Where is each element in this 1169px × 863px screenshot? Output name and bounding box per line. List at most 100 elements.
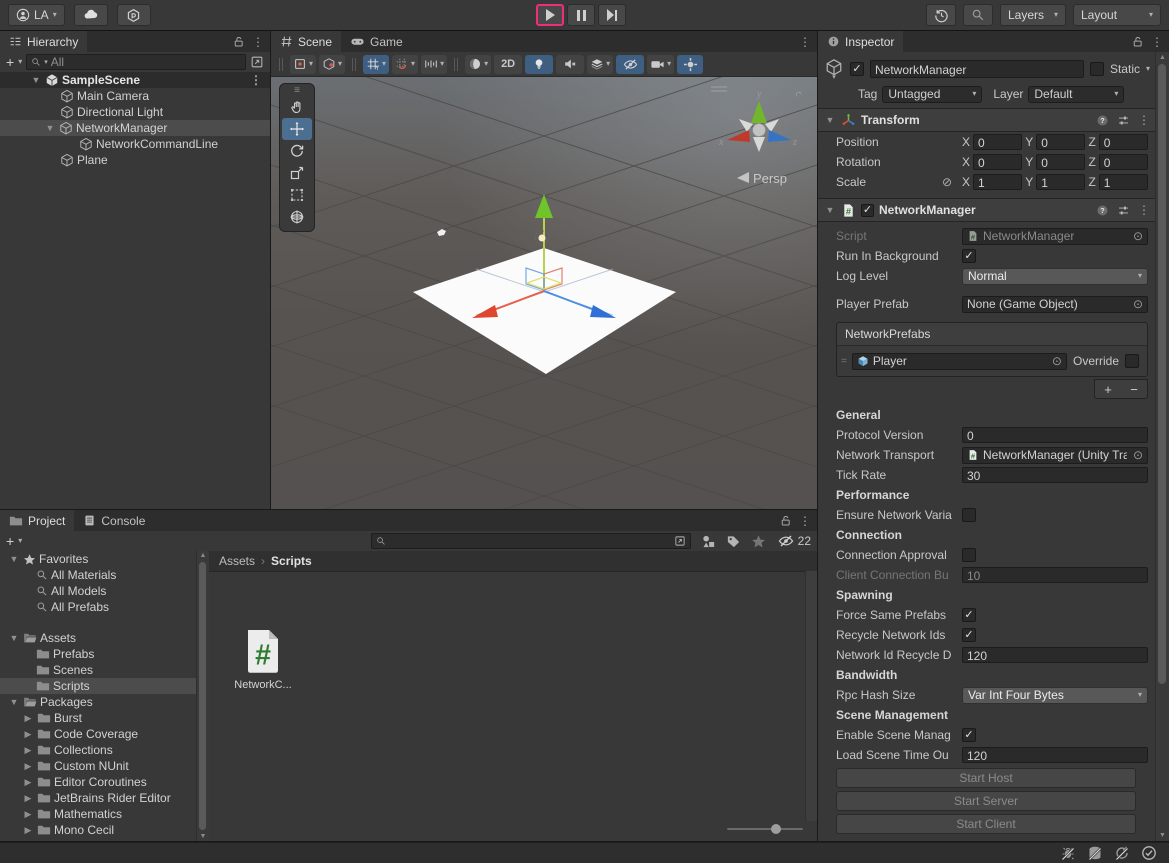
package-jetbrains-rider[interactable]: ▶ JetBrains Rider Editor: [0, 790, 196, 806]
component-menu-icon[interactable]: ⋮: [1138, 204, 1150, 216]
folder-prefabs[interactable]: Prefabs: [0, 646, 196, 662]
tool-handle-rotation-button[interactable]: ▾: [319, 55, 345, 74]
search-by-type-icon[interactable]: [701, 534, 716, 549]
inspector-scrollbar[interactable]: ▲ ▼: [1155, 52, 1169, 841]
networkmanager-component-header[interactable]: ▼ ✓ NetworkManager ⋮: [818, 198, 1156, 222]
cache-server-disabled-icon[interactable]: [1087, 845, 1103, 861]
foldout-closed-icon[interactable]: ▶: [22, 745, 34, 756]
breadcrumb-current[interactable]: Scripts: [271, 554, 312, 568]
load-scene-timeout-field[interactable]: 120: [962, 747, 1148, 763]
2d-toggle-button[interactable]: 2D: [494, 55, 522, 74]
asset-networkcommandline[interactable]: NetworkC...: [231, 625, 295, 691]
component-menu-icon[interactable]: ⋮: [1138, 114, 1150, 126]
audio-mute-button[interactable]: [556, 55, 584, 74]
foldout-open-icon[interactable]: ▼: [824, 115, 836, 125]
foldout-closed-icon[interactable]: ▶: [22, 809, 34, 820]
tool-handle-position-button[interactable]: ▾: [290, 55, 316, 74]
foldout-open-icon[interactable]: ▼: [44, 123, 56, 133]
progress-idle-icon[interactable]: [1141, 845, 1157, 861]
asset-zoom-slider[interactable]: [727, 823, 803, 835]
project-tree-scrollbar[interactable]: ▲ ▼: [196, 551, 209, 841]
package-editor-coroutines[interactable]: ▶ Editor Coroutines: [0, 774, 196, 790]
fav-all-models[interactable]: All Models: [0, 583, 196, 599]
rotate-tool-button[interactable]: [282, 140, 312, 162]
undo-history-button[interactable]: [926, 4, 956, 26]
rotation-y-field[interactable]: 0: [1036, 154, 1085, 170]
effects-button[interactable]: ▾: [587, 55, 613, 74]
tab-hierarchy[interactable]: Hierarchy: [0, 31, 87, 52]
panel-menu-icon[interactable]: ⋮: [1151, 36, 1163, 48]
tab-project[interactable]: Project: [0, 510, 74, 531]
foldout-open-icon[interactable]: ▼: [824, 205, 836, 215]
foldout-open-icon[interactable]: ▼: [8, 697, 20, 707]
lock-icon[interactable]: [1131, 35, 1144, 48]
hierarchy-item-directional-light[interactable]: Directional Light: [0, 104, 270, 120]
foldout-closed-icon[interactable]: ▶: [22, 761, 34, 772]
search-everything-button[interactable]: [963, 4, 993, 26]
package-collections[interactable]: ▶ Collections: [0, 742, 196, 758]
search-by-label-icon[interactable]: [726, 534, 741, 549]
help-icon[interactable]: [1096, 204, 1109, 217]
tab-inspector[interactable]: Inspector: [818, 31, 903, 52]
toolbar-drag-handle[interactable]: [454, 58, 458, 71]
favorites-filter-icon[interactable]: [751, 534, 766, 549]
scroll-up-icon[interactable]: ▲: [1156, 54, 1169, 61]
constrain-proportions-icon[interactable]: ⊘: [942, 175, 958, 189]
position-z-field[interactable]: 0: [1099, 134, 1148, 150]
fav-all-materials[interactable]: All Materials: [0, 567, 196, 583]
layout-dropdown[interactable]: Layout ▾: [1073, 4, 1161, 26]
scale-z-field[interactable]: 1: [1099, 174, 1148, 190]
foldout-closed-icon[interactable]: ▶: [22, 793, 34, 804]
transform-component-header[interactable]: ▼ Transform ⋮: [818, 108, 1156, 132]
open-search-window-icon[interactable]: [674, 535, 686, 547]
project-search-input[interactable]: [371, 533, 691, 549]
foldout-open-icon[interactable]: ▼: [30, 75, 42, 85]
scene-row[interactable]: ▼ SampleScene ⋮: [0, 72, 270, 88]
gameobject-name-field[interactable]: NetworkManager: [870, 60, 1084, 78]
package-mathematics[interactable]: ▶ Mathematics: [0, 806, 196, 822]
chevron-down-icon[interactable]: ▾: [18, 58, 22, 66]
breadcrumb-root[interactable]: Assets: [219, 554, 255, 568]
folder-scenes[interactable]: Scenes: [0, 662, 196, 678]
hierarchy-item-main-camera[interactable]: Main Camera: [0, 88, 270, 104]
play-button[interactable]: [536, 4, 564, 26]
lock-icon[interactable]: [779, 514, 792, 527]
toolbar-drag-handle[interactable]: [279, 58, 283, 71]
fav-all-prefabs[interactable]: All Prefabs: [0, 599, 196, 615]
run-in-background-checkbox[interactable]: ✓: [962, 249, 976, 263]
cloud-button[interactable]: [74, 4, 108, 26]
ensure-network-variable-checkbox[interactable]: [962, 508, 976, 522]
tick-rate-field[interactable]: 30: [962, 467, 1148, 483]
chevron-down-icon[interactable]: ▾: [18, 537, 22, 545]
tab-scene[interactable]: Scene: [271, 31, 341, 52]
foldout-closed-icon[interactable]: ▶: [22, 713, 34, 724]
account-button[interactable]: LA ▾: [8, 4, 65, 26]
rotation-z-field[interactable]: 0: [1099, 154, 1148, 170]
auto-refresh-disabled-icon[interactable]: [1114, 845, 1130, 861]
persp-label[interactable]: Persp: [753, 171, 787, 186]
lighting-toggle-button[interactable]: [525, 55, 553, 74]
scroll-down-icon[interactable]: ▼: [1156, 832, 1169, 839]
scene-menu-icon[interactable]: ⋮: [250, 74, 270, 86]
component-enabled-checkbox[interactable]: ✓: [861, 204, 874, 217]
project-content-scrollbar[interactable]: [805, 571, 817, 821]
hand-tool-button[interactable]: [282, 96, 312, 118]
folder-scripts[interactable]: Scripts: [0, 678, 196, 694]
network-transport-object-field[interactable]: NetworkManager (Unity Tra ⊙: [962, 447, 1148, 464]
lock-icon[interactable]: [232, 35, 245, 48]
add-element-button[interactable]: +: [1104, 382, 1112, 397]
help-icon[interactable]: [1096, 114, 1109, 127]
foldout-open-icon[interactable]: ▼: [8, 554, 20, 564]
position-y-field[interactable]: 0: [1036, 134, 1085, 150]
prefab-object-field[interactable]: Player ⊙: [852, 353, 1067, 370]
hierarchy-search-input[interactable]: ▾ All: [26, 54, 246, 70]
packages-row[interactable]: ▼ Packages: [0, 694, 196, 710]
layers-dropdown[interactable]: Layers ▾: [1000, 4, 1066, 26]
force-same-prefabs-checkbox[interactable]: ✓: [962, 608, 976, 622]
panel-menu-icon[interactable]: ⋮: [799, 36, 811, 48]
remove-element-button[interactable]: −: [1130, 382, 1138, 397]
gameobject-icon[interactable]: ▾: [824, 58, 844, 81]
package-code-coverage[interactable]: ▶ Code Coverage: [0, 726, 196, 742]
object-picker-icon[interactable]: ⊙: [1131, 448, 1145, 462]
pause-button[interactable]: [567, 4, 595, 26]
